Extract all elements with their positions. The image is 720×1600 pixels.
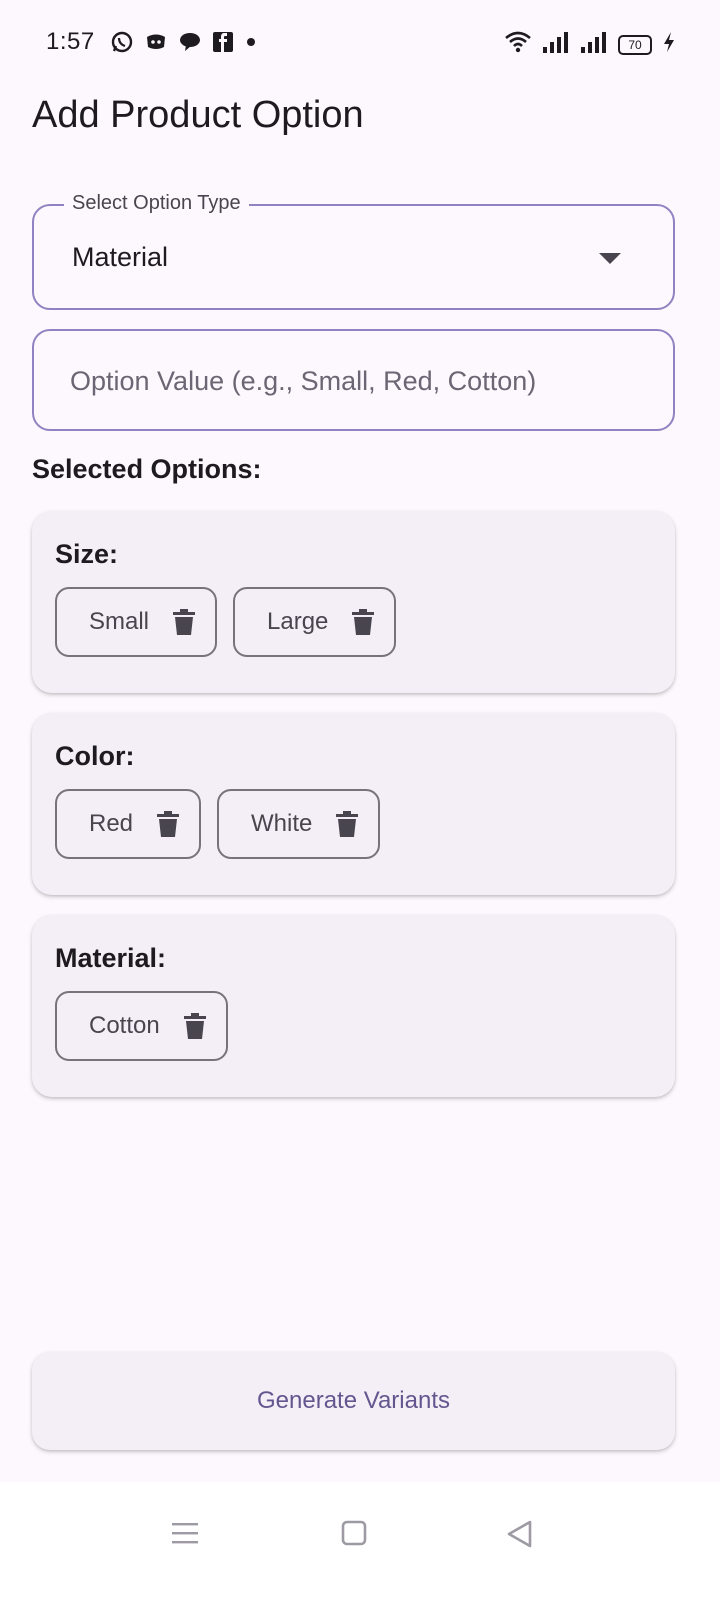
discord-icon	[144, 30, 168, 54]
generate-variants-label: Generate Variants	[257, 1387, 450, 1414]
option-group-color: Color: Red White	[32, 713, 675, 895]
notification-icons	[110, 30, 258, 54]
option-group-size: Size: Small Large	[32, 511, 675, 693]
option-type-label: Select Option Type	[64, 192, 249, 215]
group-title: Size:	[55, 539, 119, 569]
chip-label: Cotton	[89, 1012, 160, 1039]
trash-icon[interactable]	[352, 609, 375, 635]
chip-label: Small	[89, 608, 150, 635]
page-title: Add Product Option	[32, 94, 364, 136]
signal-icon	[580, 31, 608, 58]
generate-variants-button[interactable]: Generate Variants	[32, 1352, 675, 1450]
battery-icon: 70	[618, 34, 652, 55]
group-title: Color:	[55, 741, 135, 771]
option-group-material: Material: Cotton	[32, 915, 675, 1097]
chat-bubble-icon	[178, 30, 202, 54]
group-title: Material:	[55, 943, 167, 973]
option-chip[interactable]: White	[217, 789, 381, 859]
selected-options-heading: Selected Options:	[32, 454, 262, 484]
chip-label: Large	[267, 608, 329, 635]
charging-icon	[662, 31, 676, 58]
option-value-input[interactable]	[70, 355, 640, 407]
wifi-icon	[504, 30, 532, 59]
option-chip[interactable]: Large	[233, 587, 397, 657]
option-value-field[interactable]	[32, 329, 675, 431]
trash-icon[interactable]	[173, 609, 196, 635]
back-icon[interactable]	[506, 1520, 534, 1553]
option-type-dropdown[interactable]: Select Option Type Material	[32, 192, 675, 310]
system-icons: 70	[504, 30, 676, 59]
system-nav-bar	[0, 1482, 720, 1600]
status-time: 1:57	[46, 28, 95, 55]
trash-icon[interactable]	[157, 811, 180, 837]
signal-icon	[542, 31, 570, 58]
chip-row: Cotton	[55, 991, 228, 1061]
trash-icon[interactable]	[336, 811, 359, 837]
dot-icon	[244, 35, 258, 49]
dropdown-arrow-icon	[599, 252, 621, 270]
trash-icon[interactable]	[183, 1013, 206, 1039]
option-chip[interactable]: Red	[55, 789, 202, 859]
option-chip[interactable]: Small	[55, 587, 218, 657]
status-bar: 1:57 70	[0, 0, 720, 88]
home-icon[interactable]	[341, 1520, 367, 1551]
whatsapp-icon	[110, 30, 134, 54]
option-type-value: Material	[72, 242, 169, 272]
chip-row: Red White	[55, 789, 381, 859]
chip-label: White	[251, 810, 313, 837]
menu-icon[interactable]	[172, 1520, 198, 1551]
chip-label: Red	[89, 810, 134, 837]
chip-row: Small Large	[55, 587, 397, 657]
facebook-icon	[212, 31, 234, 53]
option-chip[interactable]: Cotton	[55, 991, 228, 1061]
